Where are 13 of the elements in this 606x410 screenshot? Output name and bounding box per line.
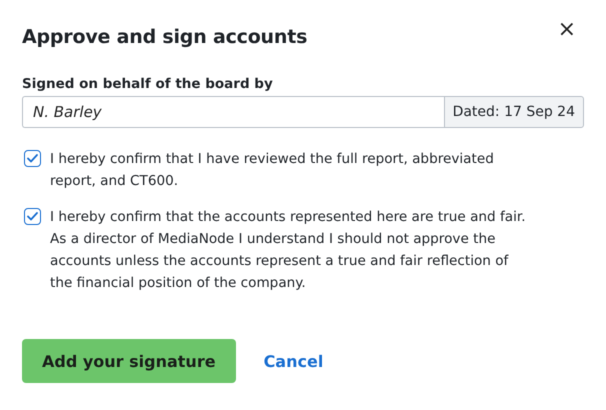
close-button[interactable]: × — [550, 20, 584, 40]
date-addon: Dated: 17 Sep 24 — [444, 96, 584, 128]
cancel-link[interactable]: Cancel — [264, 352, 324, 370]
checkmark-icon — [27, 154, 38, 163]
confirmation-text: I hereby confirm that I have reviewed the full report, abbreviated report, and CT600. — [50, 150, 495, 191]
dialog-title: Approve and sign accounts — [22, 26, 308, 48]
checkmark-icon — [27, 212, 38, 221]
checkbox[interactable] — [24, 150, 41, 167]
confirmation-text: I hereby confirm that the accounts represented here are true and fair. As a director of MediaNode I understand I should not approve the accounts unless the accounts represent a true and fair reflection of the financial position of the company. — [50, 208, 527, 293]
field-label: Signed on behalf of the board by — [22, 76, 274, 92]
add-signature-button[interactable]: Add your signature — [22, 339, 236, 383]
checkbox[interactable] — [24, 208, 41, 225]
signature-field[interactable]: N. Barley — [22, 96, 444, 128]
